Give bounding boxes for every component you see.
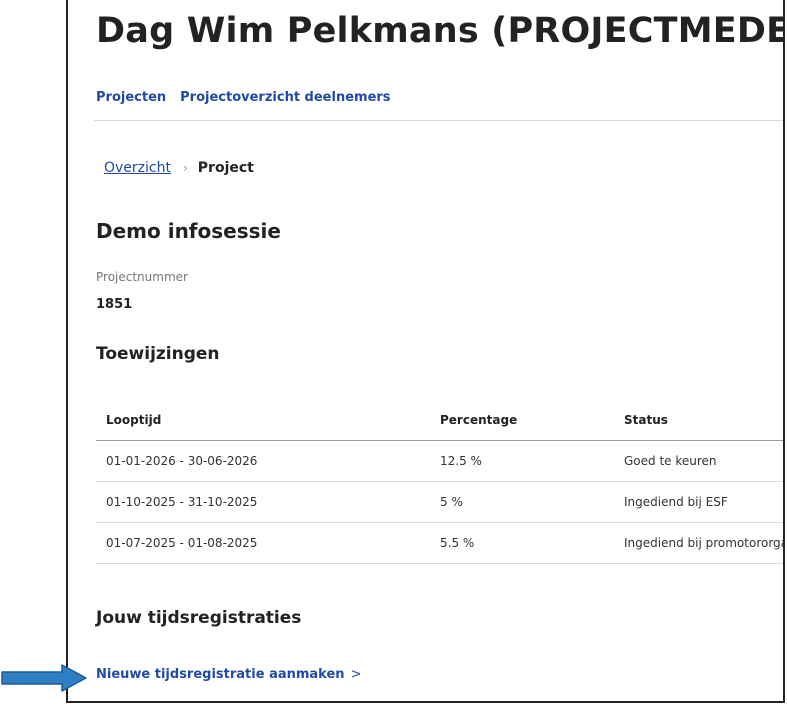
cell-percentage: 5 % xyxy=(440,495,463,509)
breadcrumb-separator-icon: › xyxy=(182,161,188,175)
cell-period: 01-10-2025 - 31-10-2025 xyxy=(106,495,258,509)
breadcrumb-link-overzicht[interactable]: Overzicht xyxy=(104,160,171,176)
navigation-divider xyxy=(94,120,783,121)
cell-status: Ingediend bij ESF xyxy=(624,495,728,509)
nav-link-projectoverzicht-deelnemers[interactable]: Projectoverzicht deelnemers xyxy=(180,90,390,105)
column-header-percentage: Percentage xyxy=(440,413,518,427)
breadcrumb: Overzicht › Project xyxy=(104,160,254,176)
arrow-right-icon xyxy=(1,664,87,692)
table-row: 01-01-2026 - 30-06-2026 12.5 % Goed te k… xyxy=(96,441,783,482)
cell-percentage: 5.5 % xyxy=(440,536,475,550)
page-title: Dag Wim Pelkmans (PROJECTMEDEWERKER) xyxy=(96,11,783,51)
cell-period: 01-01-2026 - 30-06-2026 xyxy=(106,454,258,468)
table-header-row: Looptijd Percentage Status xyxy=(96,400,783,441)
project-number-label: Projectnummer xyxy=(96,270,188,284)
create-time-registration-link[interactable]: Nieuwe tijdsregistratie aanmaken > xyxy=(96,667,361,682)
cell-period: 01-07-2025 - 01-08-2025 xyxy=(106,536,258,550)
registrations-heading: Jouw tijdsregistraties xyxy=(96,608,302,628)
chevron-right-icon: > xyxy=(350,667,362,682)
assignments-heading: Toewijzingen xyxy=(96,344,220,364)
column-header-status: Status xyxy=(624,413,668,427)
cell-percentage: 12.5 % xyxy=(440,454,482,468)
project-title: Demo infosessie xyxy=(96,219,281,243)
column-header-looptijd: Looptijd xyxy=(106,413,162,427)
page-frame: Dag Wim Pelkmans (PROJECTMEDEWERKER) Pro… xyxy=(66,0,785,703)
create-time-registration-label: Nieuwe tijdsregistratie aanmaken xyxy=(96,667,345,682)
nav-link-projecten[interactable]: Projecten xyxy=(96,90,166,105)
assignments-table: Looptijd Percentage Status 01-01-2026 - … xyxy=(96,400,783,564)
breadcrumb-current: Project xyxy=(197,160,254,176)
cell-status: Ingediend bij promotororganisatie xyxy=(624,536,783,550)
top-navigation: Projecten Projectoverzicht deelnemers xyxy=(96,90,391,105)
cell-status: Goed te keuren xyxy=(624,454,717,468)
table-row: 01-07-2025 - 01-08-2025 5.5 % Ingediend … xyxy=(96,523,783,564)
project-number-value: 1851 xyxy=(96,297,133,312)
table-row: 01-10-2025 - 31-10-2025 5 % Ingediend bi… xyxy=(96,482,783,523)
